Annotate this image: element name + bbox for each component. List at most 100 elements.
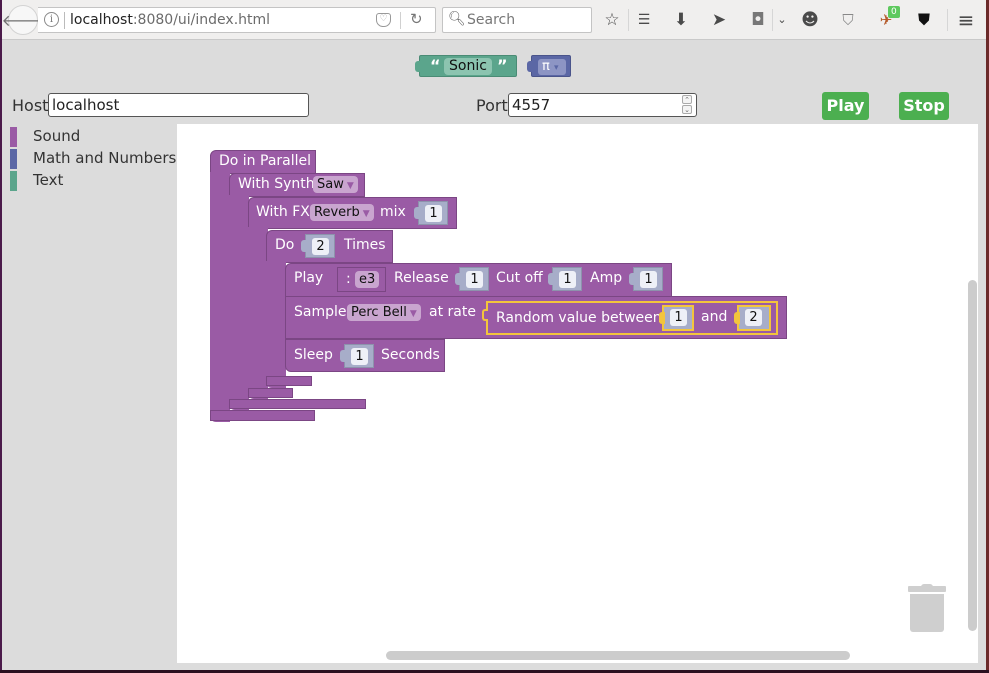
play-label: Play (294, 270, 324, 286)
vertical-scrollbar[interactable] (968, 280, 977, 631)
do-in-parallel-arm (210, 172, 230, 422)
fx-dropdown[interactable]: Reverb ▼ (310, 204, 374, 221)
url-divider (64, 12, 65, 29)
reading-list-icon[interactable]: ☰ (633, 9, 655, 31)
horizontal-scrollbar[interactable] (386, 651, 850, 660)
sample-dropdown[interactable]: Perc Bell ▼ (347, 304, 421, 321)
amp-input[interactable]: 1 (629, 267, 663, 291)
search-input[interactable]: 🔍︎ Search (442, 7, 592, 33)
math-constant-dropdown[interactable]: π ▾ (538, 59, 566, 75)
release-input[interactable]: 1 (455, 267, 489, 291)
chevron-down-icon[interactable]: ⌄ (771, 9, 793, 31)
math-constant-block[interactable]: π ▾ (527, 55, 571, 77)
with-fx-footer (248, 388, 293, 398)
trash-can (910, 594, 944, 632)
with-synth-arm (229, 195, 249, 410)
browser-toolbar: 🡐 i localhost:8080/ui/index.html ♡ ↻ 🔍︎ … (2, 0, 986, 40)
random-and-label: and (701, 309, 728, 325)
category-label: Sound (33, 127, 81, 145)
toolbox: Sound Math and Numbers Text (2, 124, 176, 664)
host-label: Host (12, 96, 49, 115)
category-color-bar (10, 127, 17, 147)
text-block-value[interactable]: Sonic (444, 58, 492, 75)
stop-button[interactable]: Stop (899, 92, 949, 120)
download-icon[interactable]: ⬇ (670, 9, 692, 31)
wot-icon[interactable]: ⛊ (913, 9, 935, 31)
host-input[interactable] (48, 93, 309, 117)
input-notch (548, 273, 554, 285)
amp-label: Amp (590, 270, 623, 286)
port-stepper[interactable]: ⌃ ⌄ (682, 95, 694, 115)
pocket-icon[interactable]: ◘ (747, 9, 769, 31)
search-icon: 🔍︎ (448, 11, 466, 27)
with-fx-label: With FX (256, 204, 310, 220)
repeat-footer (266, 376, 312, 386)
random-label: Random value between (496, 310, 662, 326)
category-label: Text (33, 171, 64, 189)
input-notch (659, 312, 665, 324)
text-block[interactable]: “ Sonic ” (415, 55, 517, 77)
dropdown-arrow-icon: ▼ (346, 181, 354, 191)
category-color-bar (10, 171, 17, 191)
random-max-input[interactable]: 2 (734, 305, 771, 331)
pocket-icon[interactable]: ♡ (376, 13, 391, 27)
input-notch (340, 350, 346, 362)
bookmark-star-icon[interactable]: ☆ (601, 9, 623, 31)
menu-icon[interactable]: ≡ (955, 9, 977, 31)
sleep-suffix: Seconds (381, 347, 440, 363)
random-min-value[interactable]: 1 (670, 309, 687, 326)
chat-icon[interactable]: ☻ (799, 9, 821, 31)
note-input[interactable]: : e3 (337, 267, 386, 292)
stepper-down-icon[interactable]: ⌄ (682, 105, 692, 114)
random-min-input[interactable]: 1 (659, 305, 694, 331)
port-input[interactable] (508, 93, 697, 117)
do-in-parallel-label: Do in Parallel (219, 153, 312, 169)
input-notch (482, 309, 488, 321)
repeat-arm (266, 261, 286, 388)
input-notch (629, 273, 635, 285)
back-button[interactable]: 🡐 (2, 5, 44, 35)
fx-mix-label: mix (380, 204, 406, 220)
sample-label: Sample (294, 304, 347, 320)
url-host: localhost (70, 12, 133, 28)
fx-mix-value[interactable]: 1 (425, 205, 442, 222)
amp-value[interactable]: 1 (640, 271, 657, 288)
sleep-value[interactable]: 1 (351, 348, 368, 365)
send-icon[interactable]: ➤ (708, 9, 730, 31)
ublock-icon[interactable]: ⛉ (837, 9, 859, 31)
category-color-bar (10, 149, 17, 169)
with-synth-footer (229, 399, 366, 409)
play-button[interactable]: Play (822, 92, 869, 120)
reload-divider (400, 12, 401, 29)
input-notch (455, 273, 461, 285)
url-path: :8080/ui/index.html (132, 12, 271, 28)
info-icon[interactable]: i (44, 12, 59, 27)
reload-icon[interactable]: ↻ (410, 10, 423, 28)
synth-dropdown[interactable]: Saw ▼ (313, 176, 358, 193)
input-notch (301, 240, 307, 252)
url-text[interactable]: localhost:8080/ui/index.html (70, 12, 270, 28)
dropdown-arrow-icon: ▼ (362, 209, 370, 219)
dropdown-arrow-icon: ▼ (409, 309, 417, 319)
repeat-count-value[interactable]: 2 (312, 238, 329, 255)
fx-mix-input[interactable]: 1 (414, 201, 448, 225)
note-value[interactable]: e3 (355, 271, 380, 288)
block-notch (527, 61, 533, 72)
repeat-count-input[interactable]: 2 (301, 234, 335, 258)
note-prefix: : (346, 271, 351, 287)
sleep-input[interactable]: 1 (340, 344, 374, 368)
close-quote: ” (497, 56, 508, 75)
toolbar-divider (947, 9, 948, 31)
random-max-value[interactable]: 2 (745, 309, 762, 326)
do-in-parallel-footer (210, 410, 315, 421)
cutoff-input[interactable]: 1 (548, 267, 582, 291)
url-bar[interactable]: i localhost:8080/ui/index.html ♡ ↻ (38, 7, 436, 33)
release-value[interactable]: 1 (466, 271, 483, 288)
stepper-up-icon[interactable]: ⌃ (682, 95, 692, 104)
cutoff-value[interactable]: 1 (559, 271, 576, 288)
release-label: Release (394, 270, 449, 286)
repeat-label: Do (275, 237, 295, 253)
dropdown-arrow-icon: ▾ (553, 63, 559, 73)
input-notch (414, 207, 420, 219)
trash-icon[interactable] (908, 584, 946, 632)
